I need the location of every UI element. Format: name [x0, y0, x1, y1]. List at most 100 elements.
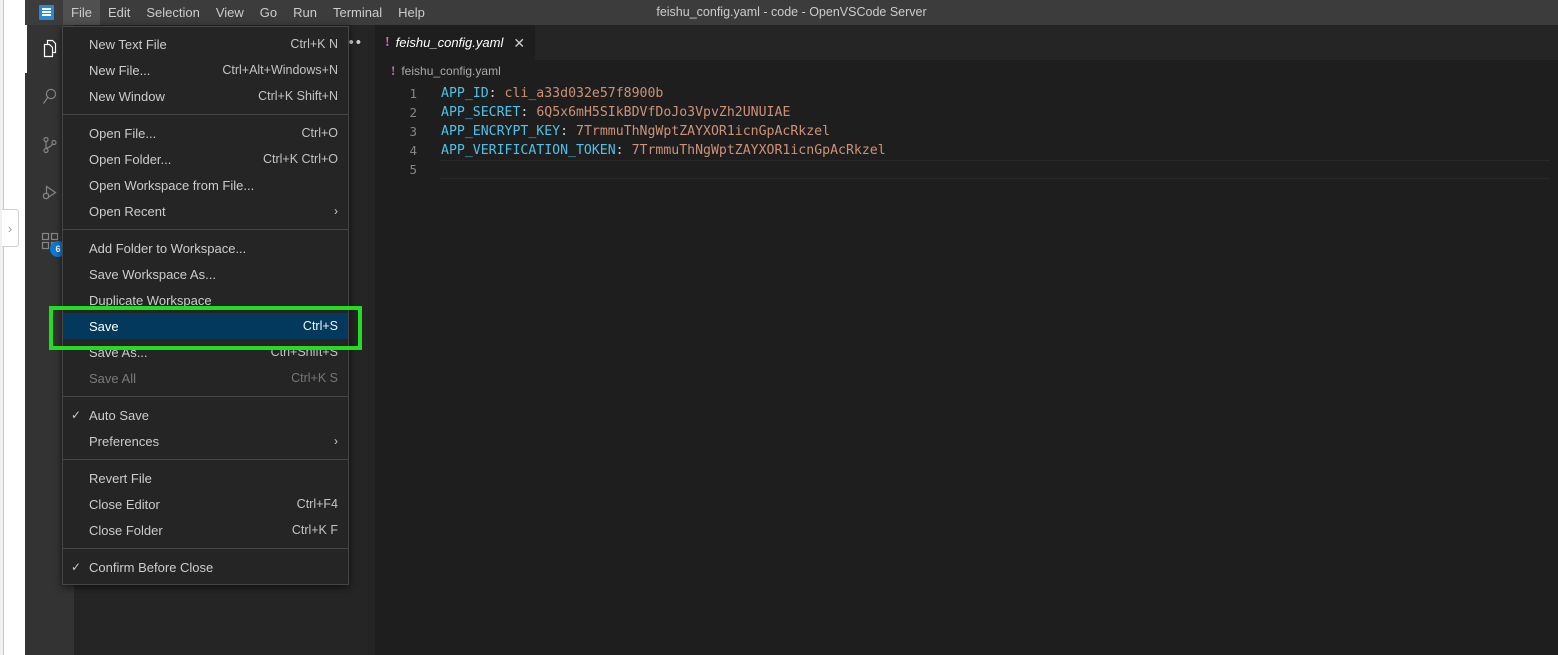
yaml-value: cli_a33d032e57f8900b	[504, 86, 664, 101]
menu-separator	[63, 114, 348, 115]
code-line[interactable]: 2 APP_SECRET: 6Q5x6mH5SIkBDVfDoJo3VpvZh2U…	[375, 103, 1558, 122]
menubar-item-terminal[interactable]: Terminal	[325, 0, 390, 25]
menu-item-revert-file[interactable]: Revert File	[63, 465, 348, 491]
menubar-item-edit[interactable]: Edit	[100, 0, 138, 25]
file-menu-dropdown: New Text File Ctrl+K N New File... Ctrl+Alt…	[62, 26, 349, 585]
menu-item-open-file[interactable]: Open File... Ctrl+O	[63, 120, 348, 146]
menu-item-confirm-before-close[interactable]: ✓ Confirm Before Close	[63, 554, 348, 580]
menu-item-label: Save As...	[89, 344, 148, 360]
menubar-item-selection[interactable]: Selection	[138, 0, 207, 25]
menu-item-auto-save[interactable]: ✓ Auto Save	[63, 402, 348, 428]
chevron-right-icon: ›	[334, 434, 338, 448]
editor-group: ! feishu_config.yaml ✕ ! feishu_config.y…	[375, 25, 1558, 655]
menu-item-label: Close Folder	[89, 522, 163, 538]
line-number: 5	[409, 162, 417, 177]
yaml-key: APP_SECRET	[441, 105, 521, 120]
menu-item-save-workspace-as[interactable]: Save Workspace As...	[63, 261, 348, 287]
menu-item-save[interactable]: Save Ctrl+S	[63, 313, 348, 339]
sidebar-expand-handle[interactable]: ›	[2, 209, 19, 247]
editor-tab-bar: ! feishu_config.yaml ✕	[375, 25, 1558, 60]
menu-item-open-folder[interactable]: Open Folder... Ctrl+K Ctrl+O	[63, 146, 348, 172]
menubar-item-help[interactable]: Help	[390, 0, 433, 25]
line-content: APP_ENCRYPT_KEY: 7TrmmuThNgWptZAYXOR1icn…	[439, 122, 1558, 141]
page-scroll-strip[interactable]	[0, 0, 4, 655]
menu-item-label: Close Editor	[89, 496, 160, 512]
menu-item-label: New File...	[89, 62, 151, 78]
menu-item-label: Open Recent	[89, 203, 166, 219]
page-white-gutter	[5, 0, 25, 655]
chevron-right-icon: ›	[334, 204, 338, 218]
menu-separator	[63, 459, 348, 460]
editor-tab-label: feishu_config.yaml	[395, 35, 504, 50]
menu-item-shortcut: Ctrl+F4	[296, 497, 338, 511]
title-bar: File Edit Selection View Go Run Terminal Help f…	[25, 0, 1558, 25]
vscode-logo-icon	[35, 0, 57, 25]
menu-item-label: Open File...	[89, 125, 157, 141]
menu-item-shortcut: Ctrl+Alt+Windows+N	[222, 63, 338, 77]
menu-item-new-text-file[interactable]: New Text File Ctrl+K N	[63, 31, 348, 57]
code-line[interactable]: 5	[375, 160, 1558, 179]
menu-item-save-as[interactable]: Save As... Ctrl+Shift+S	[63, 339, 348, 365]
screenshot-root: › File Edit Selection View Go Run Terminal Help…	[0, 0, 1558, 655]
menu-item-label: Auto Save	[89, 407, 149, 423]
menu-item-new-file[interactable]: New File... Ctrl+Alt+Windows+N	[63, 57, 348, 83]
check-icon: ✓	[70, 560, 82, 574]
chevron-right-icon: ›	[7, 220, 13, 236]
code-line[interactable]: 1 APP_ID: cli_a33d032e57f8900b	[375, 84, 1558, 103]
vscode-window: File Edit Selection View Go Run Terminal Help f…	[25, 0, 1558, 655]
yaml-colon: :	[520, 105, 529, 120]
run-debug-icon	[38, 181, 62, 205]
menubar-item-run[interactable]: Run	[285, 0, 325, 25]
menu-bar: File Edit Selection View Go Run Terminal Help	[63, 0, 433, 25]
breadcrumb-item-file[interactable]: feishu_config.yaml	[401, 64, 500, 78]
files-icon	[38, 37, 62, 61]
breadcrumb: ! feishu_config.yaml	[375, 60, 1558, 82]
menu-item-open-workspace-from-file[interactable]: Open Workspace from File...	[63, 172, 348, 198]
menu-item-label: Save All	[89, 370, 136, 386]
menu-item-shortcut: Ctrl+K S	[291, 371, 338, 385]
code-line[interactable]: 3 APP_ENCRYPT_KEY: 7TrmmuThNgWptZAYXOR1ic…	[375, 122, 1558, 141]
menu-item-shortcut: Ctrl+O	[301, 126, 338, 140]
menu-item-shortcut: Ctrl+K Ctrl+O	[262, 152, 338, 166]
menubar-item-go[interactable]: Go	[252, 0, 285, 25]
yaml-value: 6Q5x6mH5SIkBDVfDoJo3VpvZh2UNUIAE	[536, 105, 791, 120]
menubar-item-file[interactable]: File	[63, 0, 100, 25]
code-line[interactable]: 4 APP_VERIFICATION_TOKEN: 7TrmmuThNgWptZA…	[375, 141, 1558, 160]
code-editor[interactable]: 1 APP_ID: cli_a33d032e57f8900b 2 APP_SECRET…	[375, 82, 1558, 179]
line-content: APP_VERIFICATION_TOKEN: 7TrmmuThNgWptZAY…	[439, 141, 1558, 160]
menu-item-duplicate-workspace[interactable]: Duplicate Workspace	[63, 287, 348, 313]
menu-item-label: Revert File	[89, 470, 152, 486]
close-icon[interactable]: ✕	[513, 36, 525, 50]
menu-item-add-folder-to-workspace[interactable]: Add Folder to Workspace...	[63, 235, 348, 261]
menu-item-label: Duplicate Workspace	[89, 292, 212, 308]
sidebar-more-actions-icon[interactable]: ••	[348, 35, 363, 50]
menu-item-new-window[interactable]: New Window Ctrl+K Shift+N	[63, 83, 348, 109]
menu-item-label: Save Workspace As...	[89, 266, 216, 282]
line-number: 3	[409, 124, 417, 139]
yaml-key: APP_ENCRYPT_KEY	[441, 124, 561, 139]
menubar-item-view[interactable]: View	[208, 0, 252, 25]
menu-item-label: Add Folder to Workspace...	[89, 240, 247, 256]
menu-item-shortcut: Ctrl+K N	[290, 37, 338, 51]
menu-item-close-editor[interactable]: Close Editor Ctrl+F4	[63, 491, 348, 517]
editor-tab-feishu-config[interactable]: ! feishu_config.yaml ✕	[375, 25, 537, 60]
yaml-file-icon: !	[391, 63, 396, 78]
yaml-value: 7TrmmuThNgWptZAYXOR1icnGpAcRkzel	[576, 124, 831, 139]
menu-separator	[63, 396, 348, 397]
menu-item-label: Preferences	[89, 433, 160, 449]
menu-item-label: New Text File	[89, 36, 167, 52]
menu-item-label: Save	[89, 318, 119, 334]
yaml-file-icon: !	[385, 34, 390, 50]
check-icon: ✓	[70, 408, 82, 422]
menu-item-close-folder[interactable]: Close Folder Ctrl+K F	[63, 517, 348, 543]
menu-separator	[63, 229, 348, 230]
line-number: 1	[409, 86, 417, 101]
menu-item-save-all: Save All Ctrl+K S	[63, 365, 348, 391]
menu-item-preferences[interactable]: Preferences ›	[63, 428, 348, 454]
yaml-colon: :	[488, 86, 497, 101]
menu-item-open-recent[interactable]: Open Recent ›	[63, 198, 348, 224]
yaml-colon: :	[615, 143, 624, 158]
yaml-value: 7TrmmuThNgWptZAYXOR1icnGpAcRkzel	[631, 143, 886, 158]
menu-item-label: Open Folder...	[89, 151, 172, 167]
yaml-key: APP_ID	[441, 86, 489, 101]
